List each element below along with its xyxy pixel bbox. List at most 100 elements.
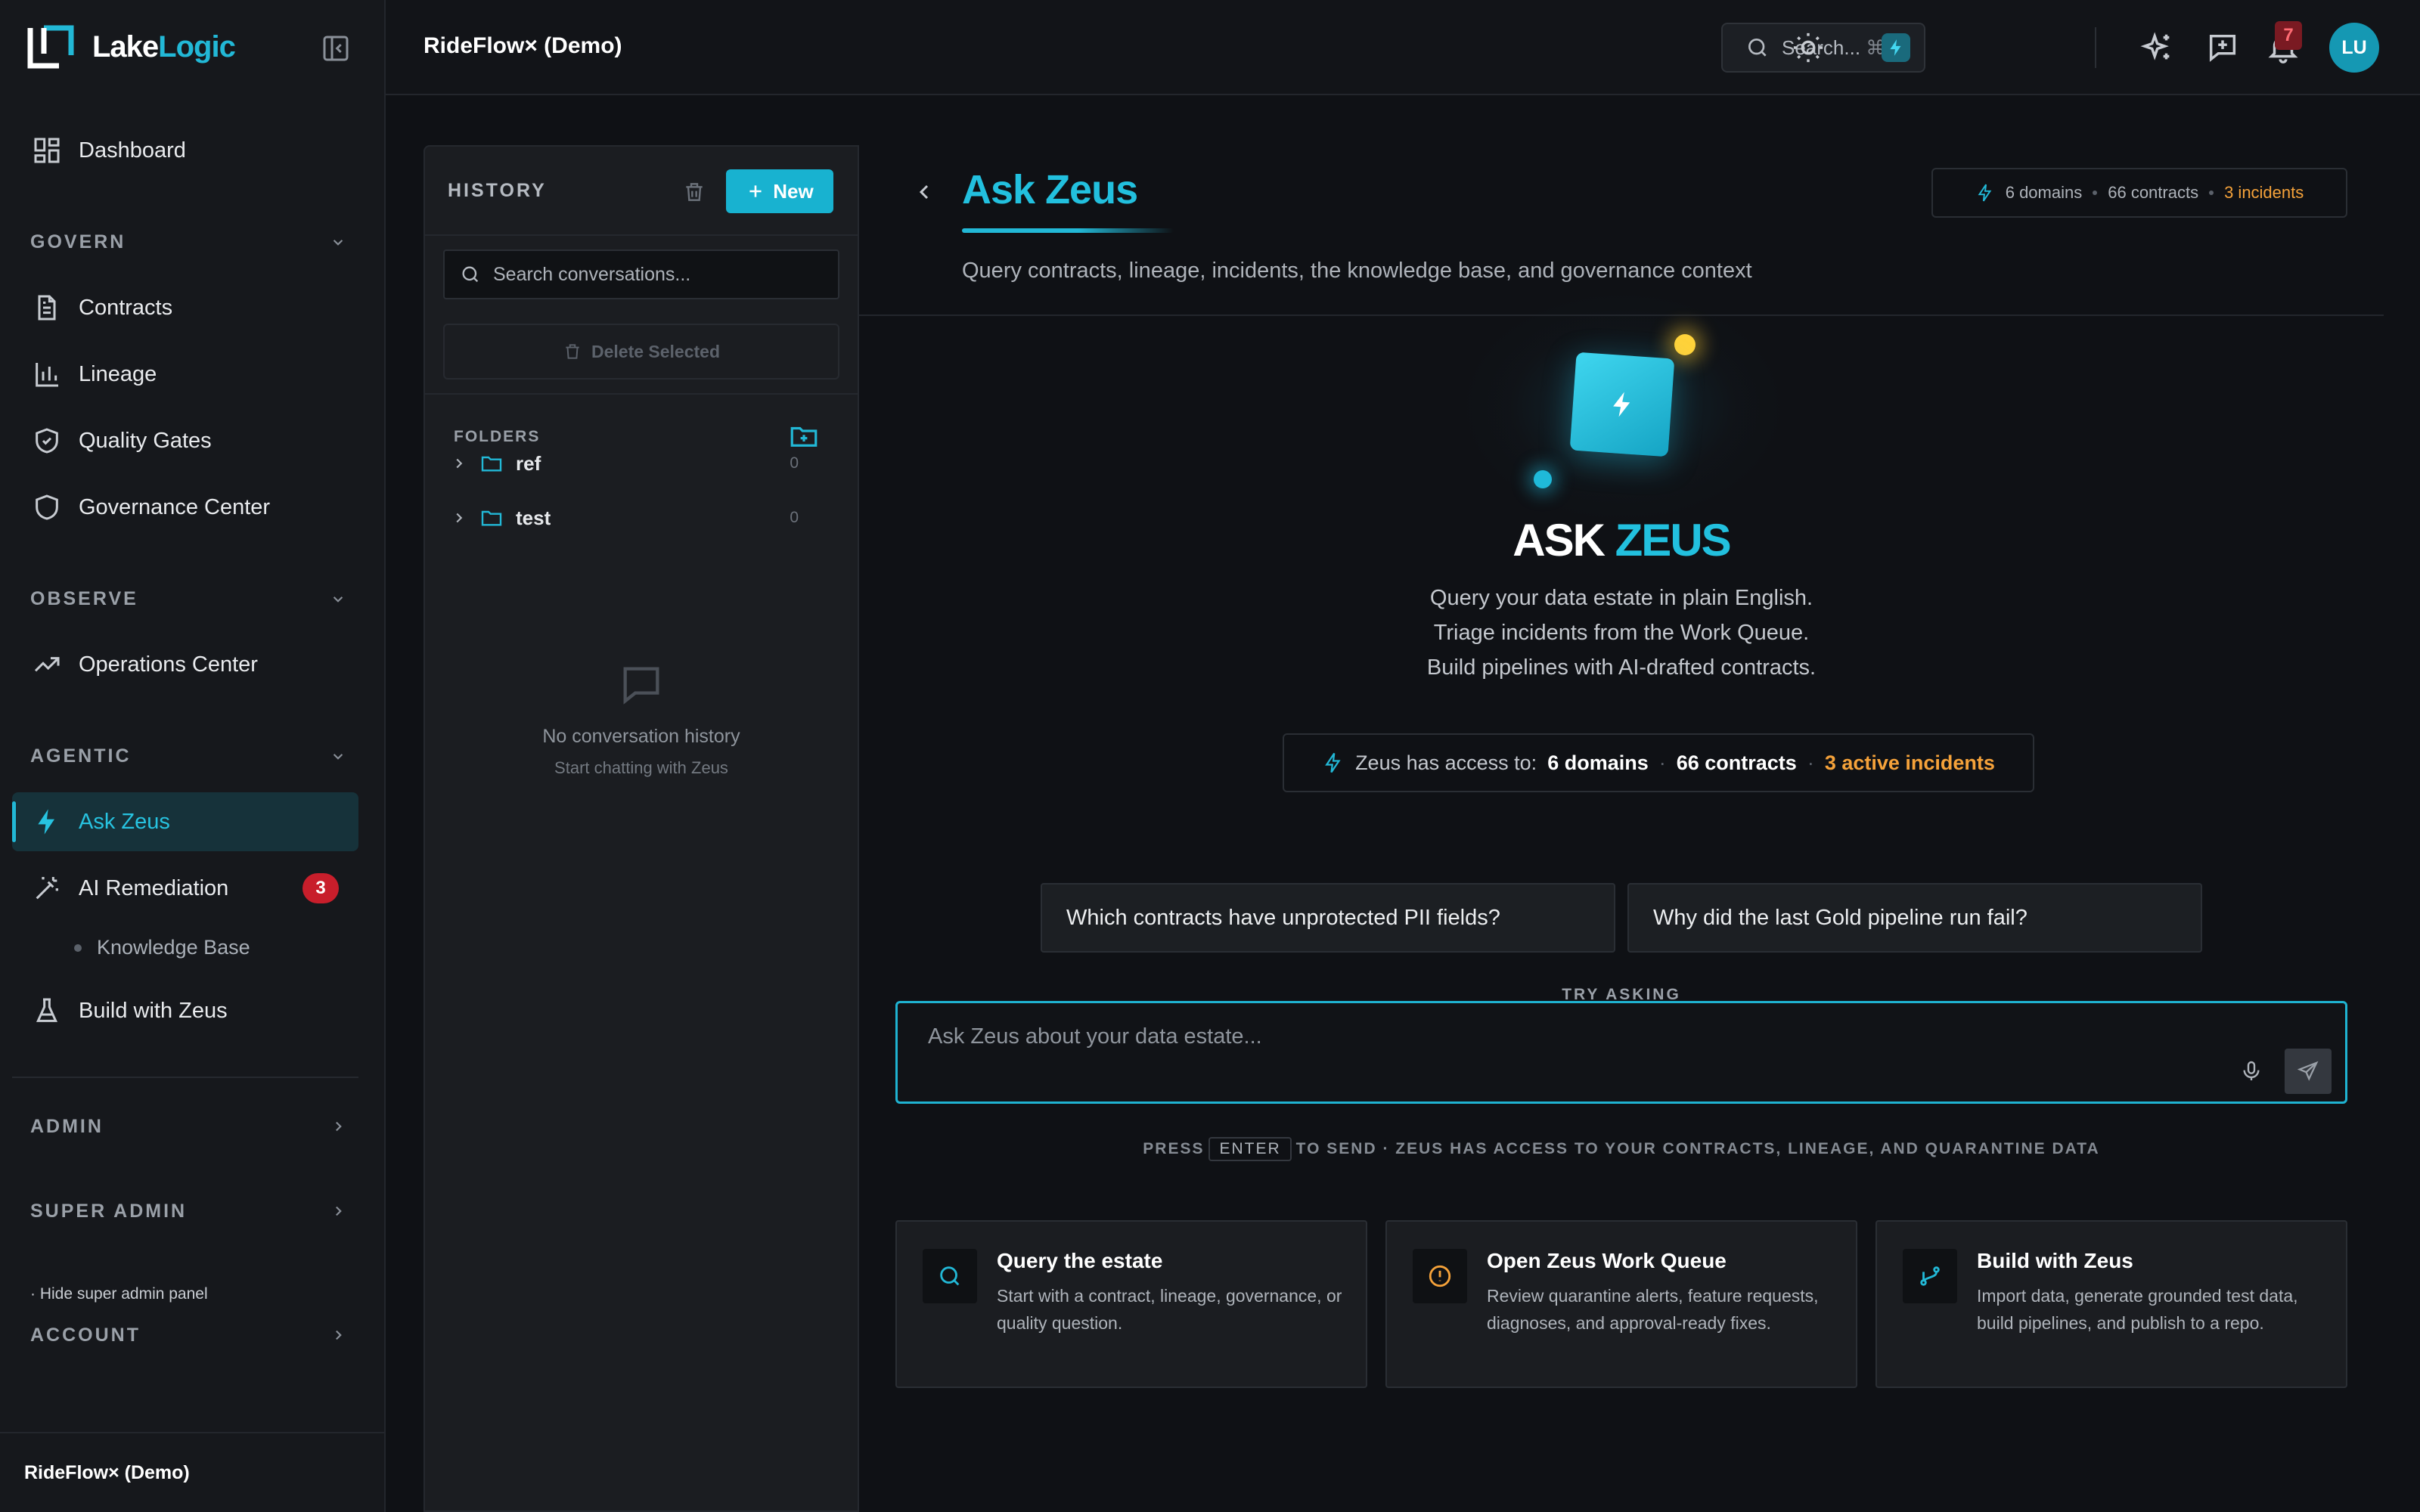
zeus-cube-icon <box>1569 352 1675 457</box>
card-description: Review quarantine alerts, feature reques… <box>1487 1286 1819 1333</box>
notifications-count-badge: 7 <box>2275 21 2302 50</box>
history-panel: HISTORY New Delete Selected FOLDERS ref … <box>424 145 859 1512</box>
sparkles-icon[interactable] <box>2140 30 2175 65</box>
lakelogic-logo-icon <box>27 25 74 69</box>
section-observe[interactable]: OBSERVE <box>30 584 348 614</box>
dot-separator: · <box>1658 751 1666 774</box>
chevron-down-icon <box>333 596 343 603</box>
sidebar-item-contracts[interactable]: Contracts <box>12 278 358 337</box>
shield-check-icon <box>36 428 58 454</box>
history-divider <box>425 393 858 395</box>
theme-toggle-sun-icon[interactable] <box>1791 30 1826 65</box>
new-conversation-button[interactable]: New <box>726 169 833 213</box>
card-title: Query the estate <box>997 1249 1163 1272</box>
dot-separator <box>2093 191 2098 195</box>
lightning-bolt-icon <box>1325 752 1341 773</box>
chat-bubble-icon <box>623 667 659 705</box>
workspace-title: RideFlow× (Demo) <box>424 33 622 58</box>
plus-icon <box>749 185 762 197</box>
sidebar-item-label: Governance Center <box>79 494 271 519</box>
card-description: Start with a contract, lineage, governan… <box>997 1286 1342 1333</box>
conversation-search-input[interactable] <box>493 263 826 286</box>
action-card-query-estate[interactable]: Query the estate Start with a contract, … <box>895 1220 1367 1388</box>
folder-item[interactable]: test 0 <box>451 499 829 537</box>
section-account[interactable]: ACCOUNT <box>30 1320 348 1350</box>
conversation-search <box>443 249 839 299</box>
suggestion-button[interactable]: Which contracts have unprotected PII fie… <box>1041 883 1615 953</box>
folder-item[interactable]: ref 0 <box>451 445 829 482</box>
dashboard-grid-icon <box>34 138 60 163</box>
enter-key-badge: ENTER <box>1208 1137 1292 1161</box>
hero-description: Query your data estate in plain English.… <box>859 581 2384 685</box>
send-button[interactable] <box>2285 1049 2332 1094</box>
clear-history-trash-icon[interactable] <box>682 180 706 204</box>
page-title: Ask Zeus <box>962 167 1138 212</box>
search-icon <box>1748 39 1767 57</box>
magic-wand-icon <box>36 877 58 900</box>
access-prefix: Zeus has access to: <box>1355 751 1537 774</box>
zeus-access-pill: Zeus has access to: 6 domains · 66 contr… <box>1283 733 2034 792</box>
section-admin[interactable]: ADMIN <box>30 1111 348 1142</box>
section-govern[interactable]: GOVERN <box>30 227 348 257</box>
card-title: Open Zeus Work Queue <box>1487 1249 1727 1272</box>
sidebar-item-operations-center[interactable]: Operations Center <box>12 635 358 694</box>
sidebar-item-quality-gates[interactable]: Quality Gates <box>12 411 358 470</box>
chevron-right-icon <box>336 1206 342 1216</box>
hero-line: Query your data estate in plain English. <box>1429 586 1813 610</box>
collapse-sidebar-icon[interactable] <box>321 33 351 64</box>
zeus-quick-bolt-icon[interactable] <box>1882 33 1910 62</box>
hero-title: ASK ZEUS <box>1512 515 1731 565</box>
section-label: OBSERVE <box>30 587 138 609</box>
delete-selected-button[interactable]: Delete Selected <box>443 324 839 380</box>
section-label: ACCOUNT <box>30 1324 141 1346</box>
ask-zeus-input[interactable] <box>928 1024 2214 1070</box>
alert-circle-icon <box>1413 1249 1467 1303</box>
section-agentic[interactable]: AGENTIC <box>30 741 348 771</box>
estate-stats-pill: 6 domains 66 contracts 3 incidents <box>1931 168 2347 218</box>
sidebar: LakeLogic Dashboard GOVERN Contracts Lin… <box>0 0 386 1512</box>
brand-logo[interactable]: LakeLogic <box>27 23 236 71</box>
feedback-message-plus-icon[interactable] <box>2205 30 2240 65</box>
microphone-icon[interactable] <box>2239 1059 2263 1083</box>
delete-selected-label: Delete Selected <box>591 341 721 361</box>
dot-separator <box>2209 191 2214 195</box>
folder-icon <box>481 510 502 526</box>
sidebar-divider <box>12 1077 358 1078</box>
chevron-down-icon <box>333 754 343 760</box>
folder-count: 0 <box>790 509 799 526</box>
sidebar-item-ai-remediation[interactable]: AI Remediation 3 <box>12 859 358 918</box>
topbar: RideFlow× (Demo) Search... ⌘K 7 LU <box>386 0 2420 95</box>
gold-orb-decoration <box>1674 334 1696 355</box>
user-avatar[interactable]: LU <box>2329 23 2379 73</box>
suggestion-button[interactable]: Why did the last Gold pipeline run fail? <box>1627 883 2202 953</box>
history-title: HISTORY <box>448 180 547 201</box>
title-underline <box>962 228 1174 233</box>
trash-icon <box>566 344 579 359</box>
action-card-work-queue[interactable]: Open Zeus Work Queue Review quarantine a… <box>1385 1220 1857 1388</box>
sidebar-subitem-knowledge-base[interactable]: Knowledge Base <box>74 936 250 959</box>
action-card-build-with-zeus[interactable]: Build with Zeus Import data, generate gr… <box>1876 1220 2347 1388</box>
sidebar-item-governance-center[interactable]: Governance Center <box>12 478 358 537</box>
remediation-count-badge: 3 <box>302 873 339 903</box>
new-button-label: New <box>773 179 814 203</box>
workspace-switcher[interactable]: RideFlow× (Demo) <box>0 1432 386 1512</box>
empty-history-subtitle: Start chatting with Zeus <box>554 758 728 777</box>
sidebar-item-label: Operations Center <box>79 652 258 677</box>
section-super-admin[interactable]: SUPER ADMIN <box>30 1196 348 1226</box>
access-incidents[interactable]: 3 active incidents <box>1825 751 1995 775</box>
chevron-right-icon <box>336 1330 342 1340</box>
hide-super-admin-link[interactable]: · Hide super admin panel <box>30 1285 208 1303</box>
sidebar-item-ask-zeus[interactable]: Ask Zeus <box>12 792 358 851</box>
sidebar-item-build-with-zeus[interactable]: Build with Zeus <box>12 981 358 1040</box>
page-subtitle: Query contracts, lineage, incidents, the… <box>962 259 1752 283</box>
chevron-right-icon[interactable] <box>451 455 467 472</box>
stat-incidents[interactable]: 3 incidents <box>2224 183 2304 203</box>
file-text-icon <box>38 295 56 321</box>
sidebar-item-dashboard[interactable]: Dashboard <box>12 121 358 180</box>
sidebar-item-label: Lineage <box>79 361 157 386</box>
sidebar-item-lineage[interactable]: Lineage <box>12 345 358 404</box>
chevron-right-icon[interactable] <box>451 510 467 526</box>
access-contracts: 66 contracts <box>1676 751 1797 774</box>
chevron-left-back-icon[interactable] <box>912 180 936 204</box>
chevron-right-icon <box>336 1121 342 1132</box>
